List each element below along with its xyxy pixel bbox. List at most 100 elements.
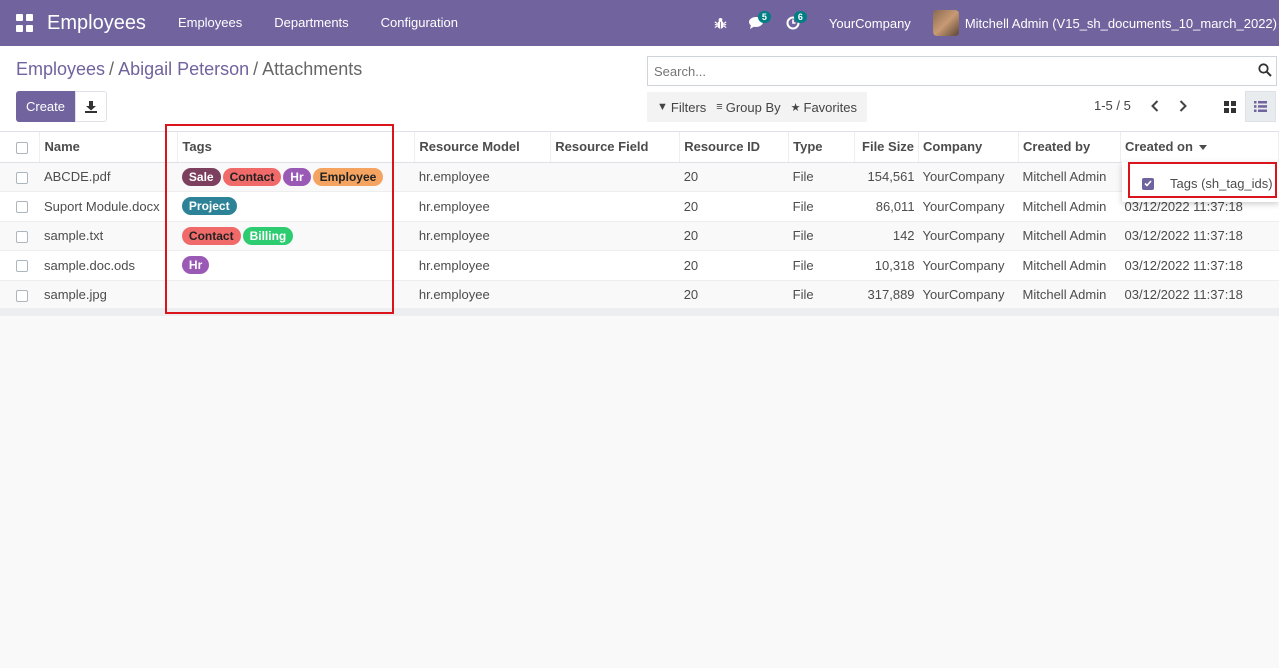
tag-badge: Contact xyxy=(181,226,241,245)
tag-badge: Contact xyxy=(222,167,282,186)
cell-created-by: Mitchell Admin xyxy=(1018,250,1121,281)
cell-created-by: Mitchell Admin xyxy=(1018,162,1121,192)
cell-type: File xyxy=(788,280,855,310)
column-header-created-on[interactable]: Created on xyxy=(1120,132,1279,163)
cell-resource-field xyxy=(550,250,680,281)
activities-clock-icon[interactable]: 6 xyxy=(775,0,811,46)
table-row[interactable]: ABCDE.pdf Sale Contact Hr Employee hr.employe… xyxy=(0,162,1279,192)
cell-company: YourCompany xyxy=(918,280,1019,310)
table-header: Name Tags Resource Model Resource Field … xyxy=(0,132,1279,163)
cell-type: File xyxy=(788,191,855,222)
select-all-checkbox[interactable] xyxy=(0,132,41,163)
groupby-bars-icon: ≡ xyxy=(716,101,723,113)
user-avatar xyxy=(932,10,959,36)
cell-tags: Hr xyxy=(177,250,415,281)
pager-value[interactable]: 1-5 / 5 xyxy=(1094,98,1131,113)
cell-file-size: 154,561 xyxy=(854,162,919,192)
filter-funnel-icon: ▼ xyxy=(657,101,668,113)
cell-name: sample.jpg xyxy=(39,280,178,310)
breadcrumb-employee[interactable]: Abigail Peterson xyxy=(118,59,249,79)
column-header-type[interactable]: Type xyxy=(788,132,856,163)
messages-chat-icon[interactable]: 5 xyxy=(739,0,775,46)
row-checkbox[interactable] xyxy=(0,191,40,222)
tag-badge: Billing xyxy=(242,226,294,245)
filters-button[interactable]: ▼ Filters xyxy=(657,100,706,115)
debug-bug-icon[interactable] xyxy=(703,0,739,46)
table-row[interactable]: sample.txt Contact Billing hr.employee 20 Fil… xyxy=(0,221,1279,251)
cell-file-size: 317,889 xyxy=(854,280,919,310)
tag-badge: Employee xyxy=(312,167,384,186)
cell-resource-id: 20 xyxy=(679,221,789,251)
cell-company: YourCompany xyxy=(918,191,1019,222)
cell-resource-field xyxy=(550,221,680,251)
pager-next-icon[interactable] xyxy=(1173,96,1193,116)
column-header-resource-id[interactable]: Resource ID xyxy=(679,132,790,163)
menu-configuration[interactable]: Configuration xyxy=(365,0,474,46)
cell-resource-id: 20 xyxy=(679,280,789,310)
cell-created-by: Mitchell Admin xyxy=(1018,280,1121,310)
column-header-company[interactable]: Company xyxy=(918,132,1020,163)
cell-resource-field xyxy=(550,162,680,192)
row-checkbox[interactable] xyxy=(0,221,40,251)
cell-tags xyxy=(177,280,415,310)
create-button[interactable]: Create xyxy=(16,91,75,122)
cell-resource-id: 20 xyxy=(679,250,789,281)
optional-columns-dropdown: Tags (sh_tag_ids) xyxy=(1122,162,1279,202)
cell-created-by: Mitchell Admin xyxy=(1018,191,1121,222)
menu-departments[interactable]: Departments xyxy=(258,0,364,46)
row-checkbox[interactable] xyxy=(0,162,40,192)
list-footer xyxy=(0,308,1279,316)
row-checkbox[interactable] xyxy=(0,250,40,281)
column-header-tags[interactable]: Tags xyxy=(177,132,416,163)
cell-resource-model: hr.employee xyxy=(414,162,551,192)
top-navbar: Employees Employees Departments Configur… xyxy=(0,0,1279,46)
company-switcher[interactable]: YourCompany xyxy=(811,16,933,31)
favorites-star-icon: ★ xyxy=(790,101,801,114)
breadcrumb: Employees / Abigail Peterson / Attachments xyxy=(16,59,363,79)
favorites-button[interactable]: ★ Favorites xyxy=(791,100,857,115)
search-icon[interactable] xyxy=(1258,63,1272,77)
cell-created-on: 03/12/2022 11:37:18 xyxy=(1120,221,1279,251)
groupby-button[interactable]: ≡ Group By xyxy=(716,100,780,115)
control-panel: Employees / Abigail Peterson / Attachments C… xyxy=(0,46,1279,132)
table-row[interactable]: sample.jpg hr.employee 20 File 317,889 YourCo… xyxy=(0,280,1279,310)
column-header-file-size[interactable]: File Size xyxy=(854,132,920,163)
breadcrumb-employees[interactable]: Employees xyxy=(16,59,105,79)
cell-created-on: 03/12/2022 11:37:18 xyxy=(1120,280,1279,310)
column-header-resource-model[interactable]: Resource Model xyxy=(414,132,552,163)
sort-descending-icon xyxy=(1198,145,1207,151)
column-header-created-by[interactable]: Created by xyxy=(1018,132,1121,163)
kanban-view-icon[interactable] xyxy=(1214,91,1245,122)
table-row[interactable]: Suport Module.docx Project hr.employee 20 Fi… xyxy=(0,191,1279,222)
optional-column-tags[interactable]: Tags (sh_tag_ids) xyxy=(1142,176,1273,191)
cell-resource-field xyxy=(550,191,680,222)
cell-name: sample.txt xyxy=(39,221,178,251)
cell-file-size: 142 xyxy=(854,221,919,251)
table-row[interactable]: sample.doc.ods Hr hr.employee 20 File 10,318 Y… xyxy=(0,250,1279,281)
column-header-name[interactable]: Name xyxy=(39,132,179,163)
messages-badge: 5 xyxy=(757,11,771,23)
search-bar xyxy=(647,56,1277,86)
row-checkbox[interactable] xyxy=(0,280,40,310)
column-header-resource-field[interactable]: Resource Field xyxy=(550,132,681,163)
search-input[interactable] xyxy=(648,57,1248,85)
pager-previous-icon[interactable] xyxy=(1145,96,1165,116)
cell-name: sample.doc.ods xyxy=(39,250,178,281)
cell-resource-field xyxy=(550,280,680,310)
cell-company: YourCompany xyxy=(918,221,1019,251)
cell-type: File xyxy=(788,250,855,281)
tag-badge: Hr xyxy=(181,256,210,275)
breadcrumb-current: Attachments xyxy=(262,59,363,79)
user-menu[interactable]: Mitchell Admin (V15_sh_documents_10_marc… xyxy=(932,10,1279,36)
cell-type: File xyxy=(788,162,855,192)
app-title[interactable]: Employees xyxy=(47,12,146,35)
cell-name: ABCDE.pdf xyxy=(39,162,178,192)
cell-type: File xyxy=(788,221,855,251)
cell-file-size: 86,011 xyxy=(854,191,919,222)
cell-tags: Contact Billing xyxy=(177,221,415,251)
download-button[interactable] xyxy=(75,91,107,122)
apps-menu-icon[interactable] xyxy=(16,14,34,32)
tag-badge: Hr xyxy=(283,167,311,186)
list-view-icon[interactable] xyxy=(1245,91,1276,122)
menu-employees[interactable]: Employees xyxy=(162,0,258,46)
